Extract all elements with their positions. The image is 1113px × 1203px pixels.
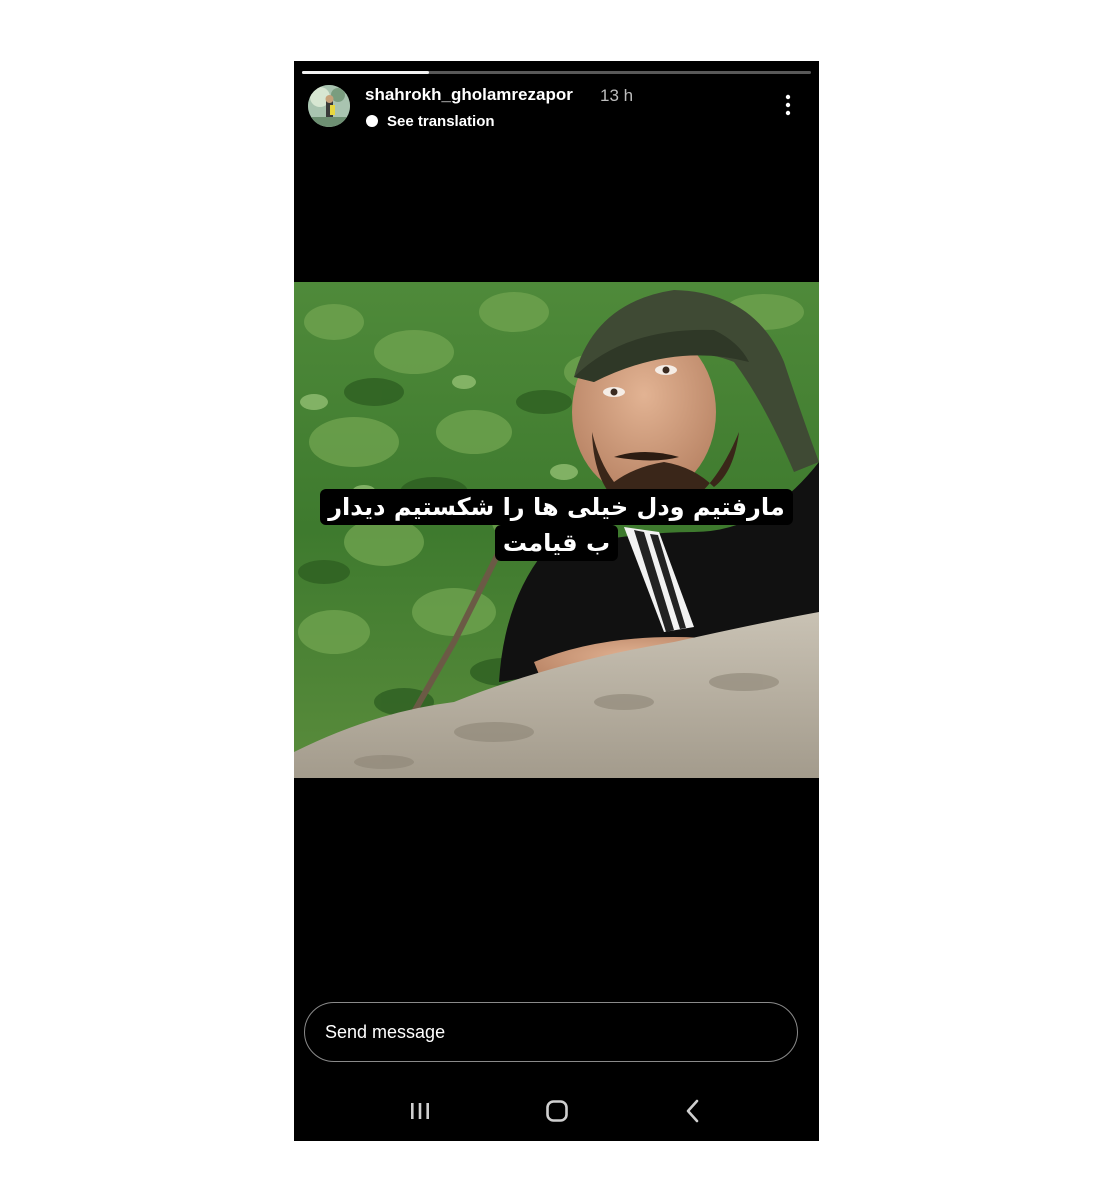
send-message-input[interactable]: Send message [304, 1002, 798, 1062]
see-translation-button[interactable]: See translation [365, 111, 495, 131]
recent-apps-icon [411, 1103, 429, 1119]
story-timestamp: 13 h [600, 86, 634, 105]
caption-line-1: مارفتیم ودل خیلی ها را شکستیم دیدار [320, 489, 793, 525]
caption-line-2: ب قیامت [494, 525, 619, 561]
more-options-button[interactable] [774, 91, 802, 119]
story-caption: مارفتیم ودل خیلی ها را شکستیم دیدار ب قی… [294, 489, 819, 561]
story-username[interactable]: shahrokh_gholamrezapor [365, 85, 573, 105]
story-viewer: shahrokh_gholamrezapor 13 h See translat… [294, 61, 819, 1141]
back-button[interactable] [675, 1094, 711, 1128]
translate-dot-icon [366, 115, 378, 127]
recent-apps-button[interactable] [402, 1094, 438, 1128]
more-vertical-icon [785, 94, 791, 116]
see-translation-label: See translation [387, 112, 495, 130]
home-button[interactable] [539, 1094, 575, 1128]
send-message-placeholder: Send message [325, 1021, 446, 1042]
avatar[interactable] [308, 85, 350, 127]
home-icon [546, 1100, 568, 1122]
story-progress-fill [302, 71, 430, 74]
story-progress-bar [302, 71, 811, 74]
back-icon [686, 1099, 699, 1123]
